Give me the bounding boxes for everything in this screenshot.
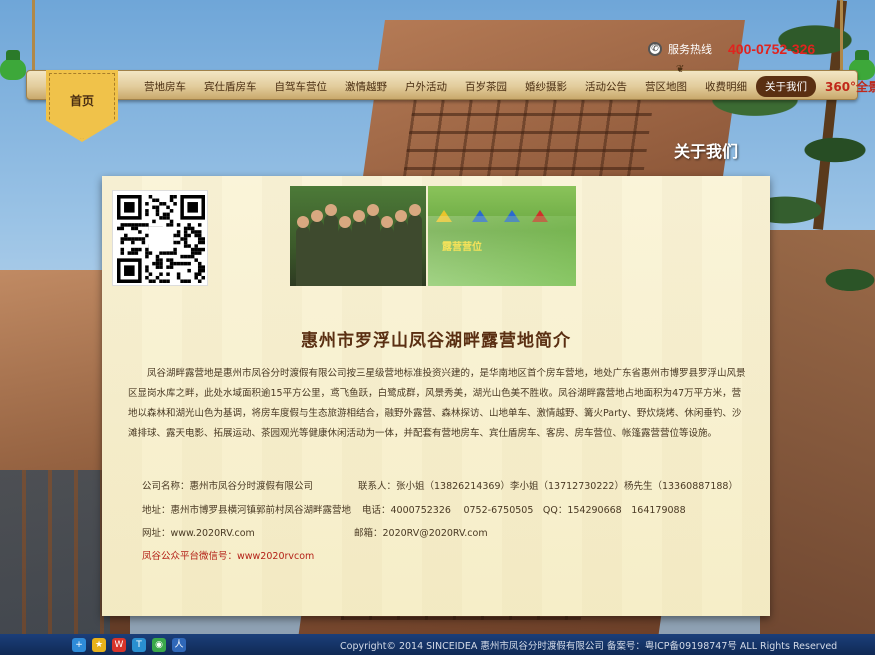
- team-member-figure: [310, 210, 324, 286]
- team-member-figure: [394, 210, 408, 286]
- hotline-number: 400-0752-326: [728, 41, 816, 57]
- plus-share-icon[interactable]: +: [72, 637, 86, 652]
- nav-home-label: 首页: [69, 94, 94, 108]
- article-body: 凤谷湖畔露营地是惠州市凤谷分时渡假有限公司按三星级营地标准投资兴建的，是华南地区…: [128, 368, 746, 439]
- contact-persons: 联系人：张小姐（13826214369）李小姐（13712730222）杨先生（…: [358, 481, 738, 492]
- nav-home-tab[interactable]: 首页: [46, 70, 118, 142]
- footer-copyright: Copyright© 2014 SINCEIDEA 惠州市凤谷分时渡假有限公司 …: [340, 641, 838, 652]
- main-nav: 营地房车 宾仕盾房车 自驾车营位 激情越野 户外活动 百岁茶园 婚纱摄影 活动公告 营区地图 收费…: [26, 70, 875, 100]
- content-panel: 露营营位 惠州市罗浮山凤谷湖畔露营地简介 凤谷湖畔露营地是惠州市凤谷分时渡假有限…: [102, 176, 770, 616]
- hotline-label: 服务热线: [668, 43, 712, 56]
- team-member-figure: [296, 216, 310, 286]
- weibo-icon[interactable]: W: [112, 637, 126, 652]
- nav-item-0[interactable]: 营地房车: [135, 79, 195, 94]
- nav-item-1[interactable]: 宾仕盾房车: [195, 79, 266, 94]
- nav-item-11[interactable]: 360°全景: [816, 78, 875, 95]
- nav-item-7[interactable]: 活动公告: [576, 79, 636, 94]
- nav-item-5[interactable]: 百岁茶园: [456, 79, 516, 94]
- article-title: 惠州市罗浮山凤谷湖畔露营地简介: [301, 331, 571, 351]
- nav-rope-right: [840, 0, 843, 72]
- tencent-weibo-icon[interactable]: T: [132, 637, 146, 652]
- team-member-figure: [366, 204, 380, 286]
- share-icons: + ★ W T ◉ 人: [72, 637, 186, 652]
- qr-code-icon: [117, 195, 205, 283]
- section-title: 关于我们: [674, 142, 739, 161]
- nav-item-10[interactable]: 关于我们: [756, 75, 816, 97]
- contact-website[interactable]: 网址：www.2020RV.com: [142, 525, 255, 539]
- qr-code: [112, 190, 208, 286]
- paw-icon: ❦: [676, 64, 685, 75]
- nav-rope-left: [32, 0, 35, 72]
- contact-wechat: 凤谷公众平台微信号：www2020rvcom: [142, 551, 315, 562]
- campsite-photo: 露营营位: [428, 186, 576, 286]
- team-member-figure: [408, 204, 422, 286]
- team-photo: [290, 186, 426, 286]
- campsite-label: 露营营位: [442, 242, 482, 253]
- footer: + ★ W T ◉ 人 Copyright© 2014 SINCEIDEA 惠州市凤谷分时…: [0, 634, 875, 655]
- nav-items: 营地房车 宾仕盾房车 自驾车营位 激情越野 户外活动 百岁茶园 婚纱摄影 活动公告 营区地图 收费…: [135, 71, 875, 101]
- bird-mascot-left-icon: [0, 50, 26, 80]
- nav-item-8[interactable]: 营区地图: [636, 79, 696, 94]
- nav-item-2[interactable]: 自驾车营位: [266, 79, 337, 94]
- renren-icon[interactable]: 人: [172, 637, 186, 652]
- qzone-icon[interactable]: ★: [92, 637, 106, 652]
- team-member-figure: [324, 204, 338, 286]
- team-member-figure: [380, 216, 394, 286]
- nav-item-6[interactable]: 婚纱摄影: [516, 79, 576, 94]
- contact-address: 地址：惠州市博罗县横河镇郭前村凤谷湖畔露营地: [142, 505, 352, 516]
- phone-icon: ✆: [648, 42, 662, 56]
- nav-item-3[interactable]: 激情越野: [336, 79, 396, 94]
- nav-item-9[interactable]: 收费明细: [696, 79, 756, 94]
- hotline: ✆ 服务热线 400-0752-326: [648, 40, 815, 58]
- wechat-share-icon[interactable]: ◉: [152, 637, 166, 652]
- team-member-figure: [338, 216, 352, 286]
- nav-item-4[interactable]: 户外活动: [396, 79, 456, 94]
- team-member-figure: [352, 210, 366, 286]
- contact-phone: 电话：4000752326 0752-6750505 QQ：154290668 …: [362, 505, 686, 516]
- contact-company: 公司名称：惠州市凤谷分时渡假有限公司: [142, 481, 314, 492]
- contact-email[interactable]: 邮箱：2020RV@2020RV.com: [354, 525, 488, 539]
